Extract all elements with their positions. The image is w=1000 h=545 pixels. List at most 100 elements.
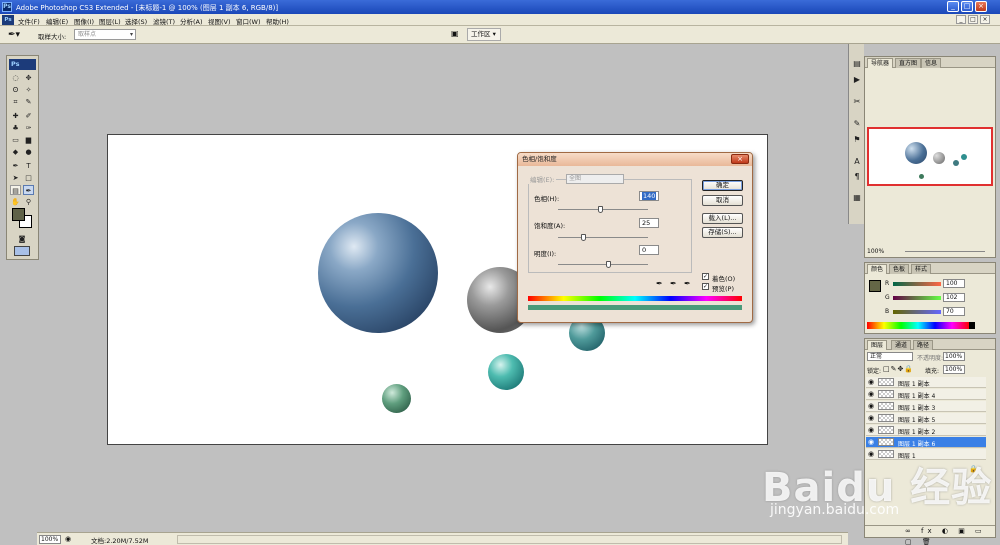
ps-menu-icon[interactable]: Ps	[2, 15, 14, 25]
type-tool-icon[interactable]: T	[23, 161, 34, 171]
status-arrow-icon[interactable]: ◉	[65, 535, 71, 543]
dialog-close-button[interactable]: ×	[731, 154, 749, 164]
slice-tool-icon[interactable]: ✎	[23, 97, 34, 107]
character-icon[interactable]: A	[851, 156, 863, 167]
gradient-tool-icon[interactable]: ▆	[23, 135, 34, 145]
g-slider[interactable]	[893, 296, 941, 300]
close-button[interactable]: ×	[975, 1, 987, 12]
hue-slider-thumb[interactable]	[598, 206, 603, 213]
navigator-zoom[interactable]: 100%	[867, 248, 884, 255]
history-brush-tool-icon[interactable]: ✑	[23, 123, 34, 133]
navigator-zoom-slider[interactable]	[905, 251, 985, 252]
navigator-preview[interactable]	[867, 127, 993, 186]
move-tool-icon[interactable]: ✥	[23, 73, 34, 83]
screen-mode-icon[interactable]	[14, 246, 30, 256]
tab-histogram[interactable]: 直方图	[895, 58, 922, 68]
dodge-tool-icon[interactable]: ●	[23, 147, 34, 157]
history-icon[interactable]: ▤	[851, 58, 863, 69]
eye-icon[interactable]: ◉	[868, 378, 876, 386]
eyedropper-minus-icon[interactable]: ✒	[684, 279, 691, 288]
clone-source-icon[interactable]: ⚑	[851, 134, 863, 145]
magic-wand-tool-icon[interactable]: ✧	[23, 85, 34, 95]
marquee-tool-icon[interactable]: ◌	[10, 73, 21, 83]
path-selection-tool-icon[interactable]: ➤	[10, 173, 21, 183]
ok-button[interactable]: 确定	[702, 180, 743, 191]
eyedropper-plus-icon[interactable]: ✒	[670, 279, 677, 288]
lock-icons[interactable]: □✎✥🔒	[883, 365, 914, 373]
paragraph-icon[interactable]: ¶	[851, 171, 863, 182]
notes-tool-icon[interactable]: ▤	[10, 185, 21, 195]
lightness-input[interactable]: 0	[639, 245, 659, 255]
tool-presets-icon[interactable]: ✂	[851, 96, 863, 107]
layer-row[interactable]: ◉ 图层 1 副本	[866, 377, 986, 388]
eyedropper-tool-preset-icon[interactable]: ✒▾	[8, 29, 26, 41]
menu-filter[interactable]: 滤镜(T)	[153, 16, 175, 26]
healing-brush-tool-icon[interactable]: ✚	[10, 111, 21, 121]
color-spectrum-bar[interactable]	[867, 322, 969, 329]
r-input[interactable]: 100	[943, 279, 965, 288]
lasso-tool-icon[interactable]: ʘ	[10, 85, 21, 95]
menu-file[interactable]: 文件(F)	[18, 16, 40, 26]
tab-swatches[interactable]: 色板	[889, 264, 910, 274]
tab-channels[interactable]: 通道	[891, 340, 912, 350]
saturation-slider-track[interactable]	[558, 237, 648, 238]
menu-edit[interactable]: 编辑(E)	[46, 16, 68, 26]
menu-select[interactable]: 选择(S)	[125, 16, 147, 26]
layer-row[interactable]: ◉ 图层 1 副本 2	[866, 425, 986, 436]
foreground-color-swatch[interactable]	[12, 208, 25, 221]
fill-input[interactable]: 100%	[943, 365, 965, 374]
brush-tool-icon[interactable]: ✐	[23, 111, 34, 121]
blur-tool-icon[interactable]: ◆	[10, 147, 21, 157]
layer-row-selected[interactable]: ◉ 图层 1 副本 6	[866, 437, 986, 448]
menu-analysis[interactable]: 分析(A)	[180, 16, 203, 26]
opacity-input[interactable]: 100%	[943, 352, 965, 361]
saturation-input[interactable]: 25	[639, 218, 659, 228]
b-input[interactable]: 70	[943, 307, 965, 316]
actions-icon[interactable]: ▶	[851, 74, 863, 85]
layer-comps-icon[interactable]: ▦	[851, 192, 863, 203]
tab-info[interactable]: 信息	[921, 58, 942, 68]
load-button[interactable]: 载入(L)...	[702, 213, 743, 224]
edit-range-select[interactable]: 全图	[566, 174, 624, 184]
tab-navigator[interactable]: 导航器	[867, 58, 894, 68]
workspace-menu[interactable]: 工作区 ▾	[467, 28, 501, 41]
doc-close-button[interactable]: ×	[980, 15, 990, 24]
quick-mask-icon[interactable]: ◙	[15, 234, 29, 244]
blend-mode-select[interactable]: 正常	[867, 352, 913, 361]
crop-tool-icon[interactable]: ⌗	[10, 97, 21, 107]
layer-row[interactable]: ◉ 图层 1 副本 5	[866, 413, 986, 424]
doc-minimize-button[interactable]: _	[956, 15, 966, 24]
horizontal-scrollbar[interactable]	[177, 535, 842, 544]
tab-layers[interactable]: 图层	[867, 340, 888, 350]
eye-icon[interactable]: ◉	[868, 390, 876, 398]
hand-tool-icon[interactable]: ✋	[10, 197, 21, 207]
menu-window[interactable]: 窗口(W)	[236, 16, 261, 26]
clone-stamp-tool-icon[interactable]: ♣	[10, 123, 21, 133]
bridge-icon[interactable]: ▣	[451, 29, 465, 40]
eyedropper-tool-icon[interactable]: ✒	[23, 185, 34, 195]
b-slider[interactable]	[893, 310, 941, 314]
tab-styles[interactable]: 样式	[911, 264, 932, 274]
maximize-button[interactable]: □	[961, 1, 973, 12]
eraser-tool-icon[interactable]: ▭	[10, 135, 21, 145]
hue-slider-track[interactable]	[558, 209, 648, 210]
eye-icon[interactable]: ◉	[868, 402, 876, 410]
color-panel-fg-swatch[interactable]	[869, 280, 881, 292]
layers-footer-buttons[interactable]: ∞ fx ◐ ▣ ▭ ▢ 🗑	[865, 525, 995, 545]
minimize-button[interactable]: _	[947, 1, 959, 12]
preview-checkbox[interactable]: ✓	[702, 283, 709, 290]
colorize-checkbox[interactable]: ✓	[702, 273, 709, 280]
doc-restore-button[interactable]: □	[968, 15, 978, 24]
eye-icon[interactable]: ◉	[868, 414, 876, 422]
eyedropper-icon[interactable]: ✒	[656, 279, 663, 288]
cancel-button[interactable]: 取消	[702, 195, 743, 206]
g-input[interactable]: 102	[943, 293, 965, 302]
pen-tool-icon[interactable]: ✒	[10, 161, 21, 171]
black-swatch[interactable]	[969, 322, 975, 329]
tab-color[interactable]: 颜色	[867, 264, 888, 274]
saturation-slider-thumb[interactable]	[581, 234, 586, 241]
menu-view[interactable]: 视图(V)	[208, 16, 231, 26]
menu-help[interactable]: 帮助(H)	[266, 16, 289, 26]
menu-layer[interactable]: 图层(L)	[99, 16, 121, 26]
layer-row[interactable]: ◉ 图层 1 副本 4	[866, 389, 986, 400]
